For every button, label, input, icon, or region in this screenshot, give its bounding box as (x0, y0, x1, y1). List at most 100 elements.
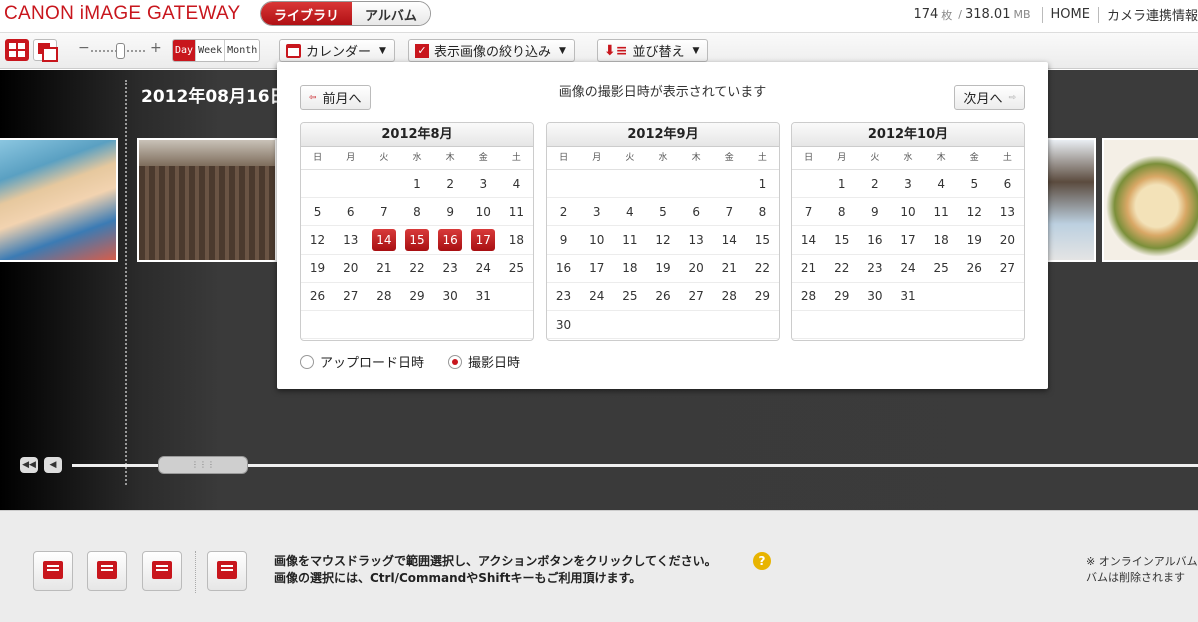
filter-dropdown[interactable]: ✓ 表示画像の絞り込み ▼ (408, 39, 575, 62)
photo-thumbnail[interactable] (1046, 138, 1096, 262)
day-cell[interactable]: 23 (547, 283, 581, 311)
day-cell[interactable]: 26 (646, 283, 680, 311)
radio-upload-label[interactable]: アップロード日時 (320, 352, 424, 371)
day-cell[interactable]: 30 (547, 311, 581, 340)
day-cell[interactable]: 17 (580, 255, 614, 283)
day-cell[interactable]: 14 (712, 226, 746, 255)
day-cell[interactable]: 7 (712, 198, 746, 227)
day-cell[interactable]: 13 (990, 198, 1024, 227)
day-cell[interactable]: 21 (367, 255, 401, 283)
day-cell[interactable]: 17 (891, 226, 925, 255)
day-cell[interactable]: 27 (679, 283, 713, 311)
day-cell[interactable]: 3 (580, 198, 614, 227)
day-cell[interactable]: 27 (334, 283, 368, 311)
help-icon[interactable]: ? (753, 552, 771, 570)
camera-link[interactable]: カメラ連携情報 (1107, 5, 1198, 24)
tab-album[interactable]: アルバム (352, 2, 430, 25)
day-cell[interactable]: 10 (580, 226, 614, 255)
day-cell[interactable]: 1 (745, 170, 779, 199)
day-cell[interactable]: 21 (712, 255, 746, 283)
day-cell[interactable]: 6 (990, 170, 1024, 199)
day-cell[interactable]: 13 (679, 226, 713, 255)
edit-button[interactable] (33, 551, 73, 591)
day-cell[interactable]: 6 (334, 198, 368, 227)
photo-thumbnail[interactable] (137, 138, 277, 262)
share-button[interactable] (142, 551, 182, 591)
day-cell[interactable]: 20 (334, 255, 368, 283)
day-cell[interactable]: 30 (858, 283, 892, 311)
day-cell[interactable]: 6 (679, 198, 713, 227)
day-cell[interactable]: 15 (745, 226, 779, 255)
day-cell[interactable]: 1 (825, 170, 859, 199)
day-cell[interactable]: 25 (924, 255, 958, 283)
day-cell[interactable]: 12 (646, 226, 680, 255)
day-cell[interactable]: 28 (792, 283, 826, 311)
day-cell[interactable]: 7 (792, 198, 826, 227)
move-button[interactable] (87, 551, 127, 591)
day-cell[interactable]: 25 (499, 255, 533, 283)
day-cell[interactable]: 18 (613, 255, 647, 283)
day-cell[interactable]: 19 (957, 226, 991, 255)
zoom-out-icon[interactable]: − (78, 40, 90, 56)
day-cell[interactable]: 5 (646, 198, 680, 227)
day-cell[interactable]: 23 (433, 255, 467, 283)
day-cell[interactable]: 24 (580, 283, 614, 311)
day-cell[interactable]: 19 (646, 255, 680, 283)
slideshow-button[interactable] (207, 551, 247, 591)
day-cell[interactable]: 12 (301, 226, 335, 255)
timeline-scroll-thumb[interactable]: ⋮⋮⋮ (158, 456, 248, 474)
day-cell[interactable]: 14 (792, 226, 826, 255)
radio-upload-date[interactable] (300, 354, 314, 369)
day-cell[interactable]: 9 (858, 198, 892, 227)
day-cell[interactable]: 29 (745, 283, 779, 311)
day-cell[interactable]: 24 (891, 255, 925, 283)
day-cell[interactable]: 30 (433, 283, 467, 311)
day-cell[interactable]: 19 (301, 255, 335, 283)
day-cell[interactable]: 23 (858, 255, 892, 283)
view-week-button[interactable]: Week (196, 40, 226, 61)
radio-shot-date[interactable] (448, 354, 463, 369)
day-cell[interactable]: 20 (679, 255, 713, 283)
day-cell[interactable]: 11 (613, 226, 647, 255)
zoom-knob[interactable] (116, 43, 125, 59)
tab-library[interactable]: ライブラリ (261, 2, 353, 25)
sort-dropdown[interactable]: ⬇≡ 並び替え ▼ (597, 39, 709, 62)
day-cell[interactable]: 2 (858, 170, 892, 199)
day-cell[interactable]: 4 (613, 198, 647, 227)
day-cell[interactable]: 18 (924, 226, 958, 255)
view-month-button[interactable]: Month (225, 40, 260, 61)
zoom-in-icon[interactable]: + (150, 40, 162, 56)
day-cell[interactable]: 22 (745, 255, 779, 283)
rewind-button[interactable]: ◀◀ (20, 457, 38, 473)
photo-thumbnail[interactable] (1102, 138, 1198, 262)
day-cell[interactable]: 5 (301, 198, 335, 227)
calendar-dropdown[interactable]: カレンダー ▼ (279, 39, 395, 62)
day-cell[interactable]: 27 (990, 255, 1024, 283)
day-cell[interactable]: 1 (400, 170, 434, 199)
day-cell[interactable]: 9 (547, 226, 581, 255)
view-day-button[interactable]: Day (173, 40, 197, 61)
canon-image-gateway-logo[interactable]: CANON iMAGE GATEWAY (4, 3, 241, 25)
day-cell[interactable]: 26 (957, 255, 991, 283)
day-cell[interactable]: 14 (367, 226, 401, 255)
zoom-slider[interactable]: − + (78, 40, 162, 59)
step-back-button[interactable]: ◀ (44, 457, 62, 473)
radio-shot-label[interactable]: 撮影日時 (468, 352, 520, 371)
day-cell[interactable]: 10 (891, 198, 925, 227)
prev-month-button[interactable]: ⇦ 前月へ (300, 85, 371, 110)
day-cell[interactable]: 2 (547, 198, 581, 227)
day-cell[interactable]: 29 (825, 283, 859, 311)
day-cell[interactable]: 3 (466, 170, 500, 199)
day-cell[interactable]: 24 (466, 255, 500, 283)
day-cell[interactable]: 31 (891, 283, 925, 311)
day-cell[interactable]: 22 (825, 255, 859, 283)
day-cell[interactable]: 8 (400, 198, 434, 227)
day-cell[interactable]: 16 (858, 226, 892, 255)
day-cell[interactable]: 7 (367, 198, 401, 227)
day-cell[interactable]: 16 (547, 255, 581, 283)
day-cell[interactable]: 17 (466, 226, 500, 255)
day-cell[interactable]: 31 (466, 283, 500, 311)
day-cell[interactable]: 15 (400, 226, 434, 255)
day-cell[interactable]: 15 (825, 226, 859, 255)
day-cell[interactable]: 16 (433, 226, 467, 255)
